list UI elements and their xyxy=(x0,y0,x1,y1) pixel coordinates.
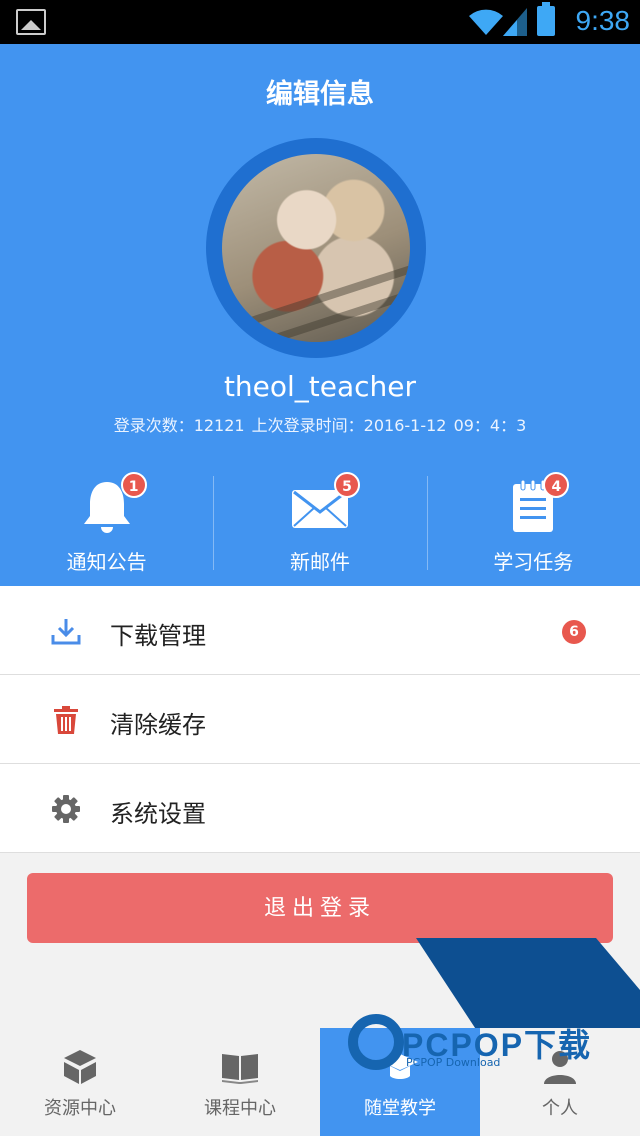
book-icon xyxy=(222,1054,258,1084)
quick-tasks[interactable]: 4 学习任务 xyxy=(426,472,640,574)
menu-item-download-label: 下载管理 xyxy=(110,622,206,650)
battery-icon xyxy=(537,2,555,36)
gear-icon xyxy=(52,795,80,823)
trash-icon xyxy=(54,706,78,734)
tab-resources-label: 资源中心 xyxy=(44,1098,116,1119)
quick-actions: 1 通知公告 5 新邮件 4 学习任务 xyxy=(0,472,640,574)
signal-icon xyxy=(503,8,527,36)
task-badge: 4 xyxy=(543,472,570,498)
login-info: 登录次数：12121 上次登录时间：2016-1-12 09：4：3 xyxy=(113,416,527,435)
page-title[interactable]: 编辑信息 xyxy=(0,72,640,111)
avatar[interactable] xyxy=(222,154,410,342)
menu-item-clear-cache-label: 清除缓存 xyxy=(110,711,206,739)
status-bar: 9:38 xyxy=(0,0,640,44)
quick-mail[interactable]: 5 新邮件 xyxy=(213,472,426,574)
avatar-ring[interactable] xyxy=(206,138,426,358)
watermark-sub: PCPOP Download xyxy=(406,1056,501,1069)
watermark-ring xyxy=(348,1014,404,1070)
notice-badge: 1 xyxy=(120,472,147,498)
quick-notices[interactable]: 1 通知公告 xyxy=(0,472,213,574)
menu-item-settings[interactable]: 系统设置 xyxy=(0,764,640,853)
download-icon xyxy=(51,619,81,645)
tab-resources[interactable]: 资源中心 xyxy=(0,1028,160,1136)
tab-personal-label: 个人 xyxy=(542,1098,578,1119)
watermark-logo: PCPOP下载 PCPOP Download xyxy=(344,1008,634,1088)
download-count-badge: 6 xyxy=(562,620,586,644)
profile-header: 编辑信息 theol_teacher 登录次数：12121 上次登录时间：201… xyxy=(0,44,640,586)
clock: 9:38 xyxy=(575,5,631,36)
tab-courses-label: 课程中心 xyxy=(204,1098,276,1119)
quick-tasks-label: 学习任务 xyxy=(493,550,574,574)
tab-classroom-label: 随堂教学 xyxy=(364,1098,436,1119)
username: theol_teacher xyxy=(223,370,417,403)
mail-badge: 5 xyxy=(333,472,360,498)
menu-item-settings-label: 系统设置 xyxy=(110,800,206,828)
logout-button[interactable]: 退出登录 xyxy=(27,873,613,943)
quick-notices-label: 通知公告 xyxy=(66,550,147,574)
tab-courses[interactable]: 课程中心 xyxy=(160,1028,320,1136)
gallery-notification-icon xyxy=(16,9,46,35)
settings-menu: 下载管理 6 清除缓存 系统设置 xyxy=(0,586,640,853)
menu-item-clear-cache[interactable]: 清除缓存 xyxy=(0,675,640,764)
quick-mail-label: 新邮件 xyxy=(289,550,350,574)
wifi-icon xyxy=(469,9,503,35)
menu-item-download[interactable]: 下载管理 6 xyxy=(0,586,640,675)
box-icon xyxy=(64,1050,96,1084)
